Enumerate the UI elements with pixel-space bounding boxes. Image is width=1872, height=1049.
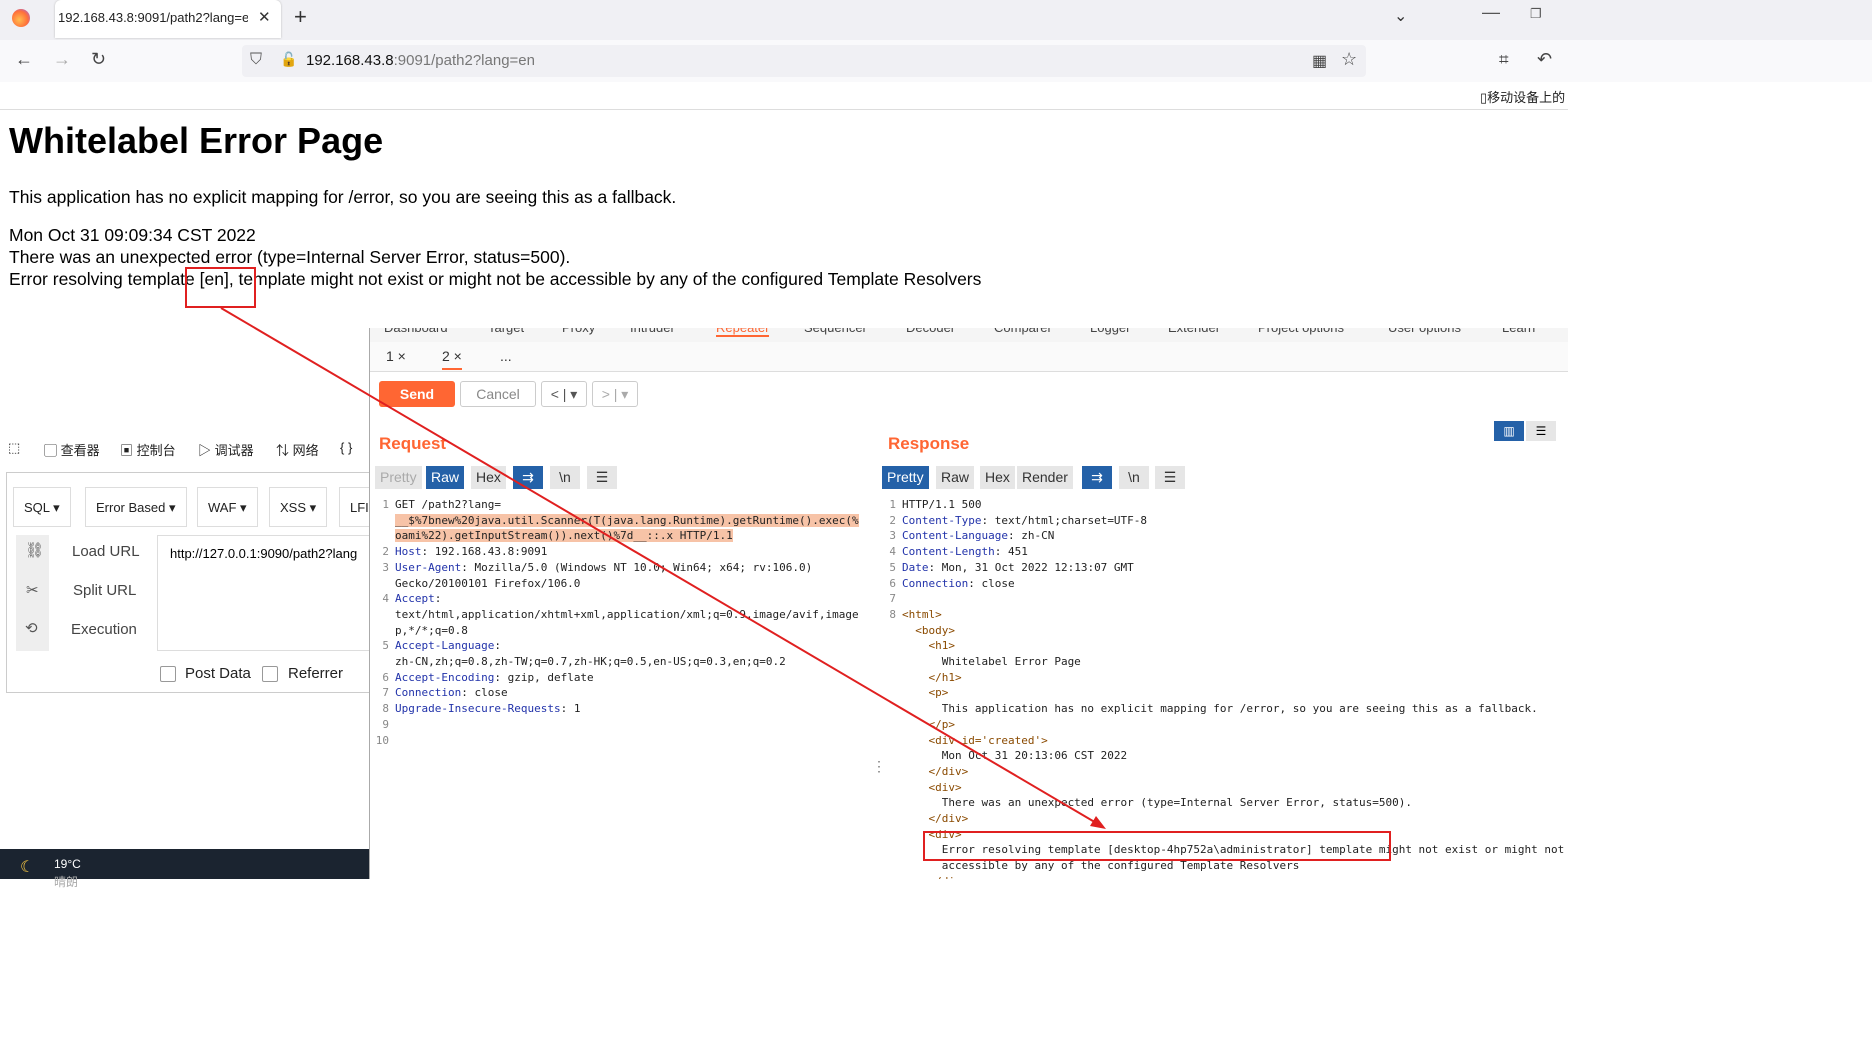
annotation-arrow [220,307,1106,829]
